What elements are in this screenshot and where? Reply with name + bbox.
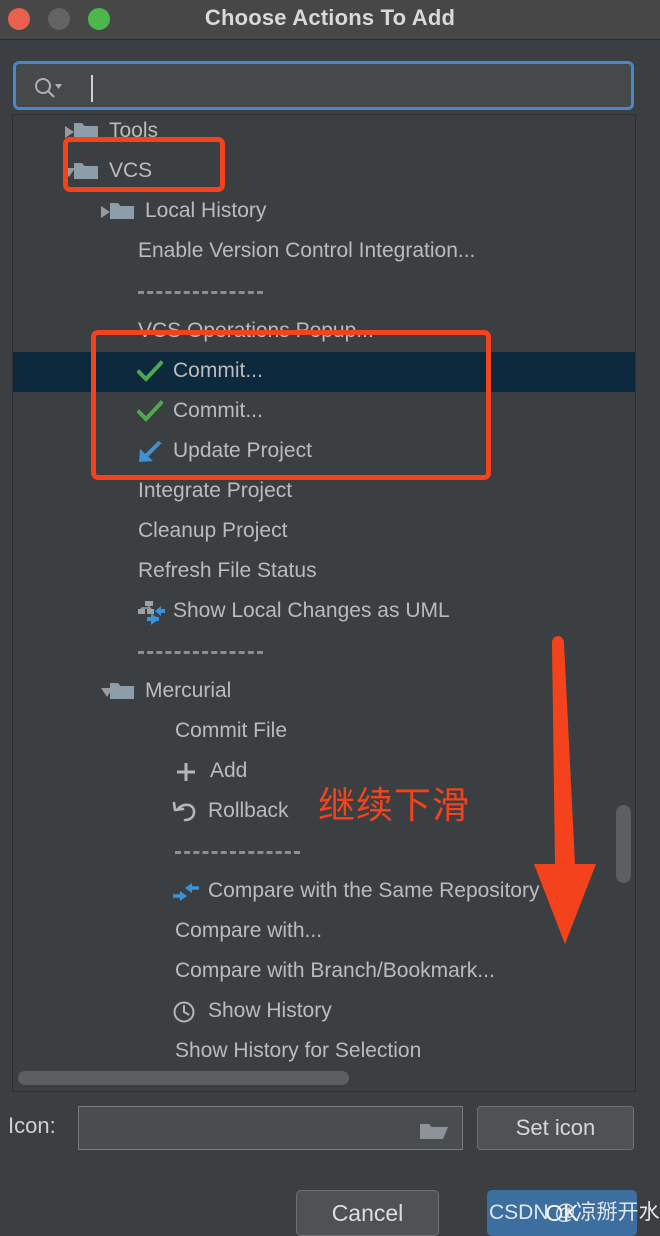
tree-row[interactable]: Show History	[13, 992, 635, 1032]
tree-row-label: Local History	[145, 199, 267, 222]
tree-row[interactable]: Integrate Project	[13, 472, 635, 512]
tree-row-label: VCS	[109, 159, 153, 182]
search-field-container[interactable]	[13, 61, 634, 110]
tree-row[interactable]: Cleanup Project	[13, 512, 635, 552]
tree-row-label: Show History for Selection	[175, 1039, 422, 1062]
menu-separator	[138, 651, 263, 657]
folder-icon	[109, 680, 135, 708]
tree-row[interactable]: Local History	[13, 192, 635, 232]
tree-row-label: Integrate Project	[138, 479, 293, 502]
tree-row[interactable]: VCS	[13, 152, 635, 192]
folder-icon	[109, 200, 135, 228]
menu-separator	[138, 291, 263, 297]
tree-row-label: VCS Operations Popup...	[138, 319, 374, 342]
vertical-scrollbar-thumb[interactable]	[616, 805, 631, 883]
undo-icon	[172, 800, 198, 830]
tree-row-label: Show Local Changes as UML	[173, 599, 450, 622]
tree-row-label: Commit...	[173, 399, 263, 422]
tree-row-label: Compare with Branch/Bookmark...	[175, 959, 495, 982]
tree-row-label: Commit...	[173, 359, 263, 382]
uml-diagram-icon	[137, 600, 167, 632]
annotation-down-arrow	[520, 632, 610, 957]
csdn-watermark: CSDN @凉掰开水	[489, 1201, 660, 1224]
tree-row-label: Refresh File Status	[138, 559, 317, 582]
text-caret	[91, 75, 93, 102]
horizontal-scrollbar[interactable]	[15, 1067, 633, 1089]
tree-row[interactable]: Tools	[13, 115, 635, 152]
tree-row-label: Update Project	[173, 439, 312, 462]
tree-row-label: Commit File	[175, 719, 288, 742]
tree-row-label: Compare with the Same Repository	[208, 879, 540, 902]
tree-row[interactable]: Compare with Branch/Bookmark...	[13, 952, 635, 992]
tree-row[interactable]	[13, 272, 635, 312]
folder-browse-icon[interactable]	[418, 1120, 450, 1147]
set-icon-button[interactable]: Set icon	[477, 1106, 634, 1150]
tree-row-label: Tools	[109, 119, 159, 142]
search-icon[interactable]	[33, 77, 63, 99]
tree-row-label: Enable Version Control Integration...	[138, 239, 476, 262]
window-title: Choose Actions To Add	[204, 5, 456, 30]
icon-row: Icon: Set icon	[0, 1102, 660, 1150]
tree-row[interactable]: Enable Version Control Integration...	[13, 232, 635, 272]
tree-row[interactable]: Commit...	[13, 392, 635, 432]
compare-icon	[172, 880, 200, 910]
arrow-down-left-blue-icon	[137, 440, 163, 470]
plus-icon	[174, 760, 198, 790]
tree-row[interactable]: Update Project	[13, 432, 635, 472]
folder-icon	[73, 160, 99, 188]
cancel-button[interactable]: Cancel	[296, 1190, 439, 1236]
check-green-icon	[136, 400, 164, 430]
folder-icon	[73, 120, 99, 148]
clock-icon	[172, 1000, 196, 1030]
tree-row-label: Show History	[208, 999, 332, 1022]
search-input[interactable]	[100, 73, 624, 105]
tree-row-label: Cleanup Project	[138, 519, 288, 542]
tree-row-label: Mercurial	[145, 679, 232, 702]
icon-path-field[interactable]	[78, 1106, 463, 1150]
tree-row-label: Add	[210, 759, 248, 782]
icon-label: Icon:	[8, 1113, 56, 1138]
tree-row-label: Rollback	[208, 799, 289, 822]
menu-separator	[175, 851, 300, 857]
tree-row-label: Compare with...	[175, 919, 323, 942]
tree-row[interactable]: Refresh File Status	[13, 552, 635, 592]
tree-row[interactable]: Commit...	[13, 352, 635, 392]
title-bar: Choose Actions To Add	[0, 0, 660, 40]
tree-row[interactable]: Show Local Changes as UML	[13, 592, 635, 632]
check-green-icon	[136, 360, 164, 390]
tree-row[interactable]: VCS Operations Popup...	[13, 312, 635, 352]
annotation-note-text: 继续下滑	[318, 784, 470, 827]
tree-row[interactable]: Show History for Selection	[13, 1032, 635, 1063]
horizontal-scrollbar-thumb[interactable]	[18, 1071, 349, 1085]
